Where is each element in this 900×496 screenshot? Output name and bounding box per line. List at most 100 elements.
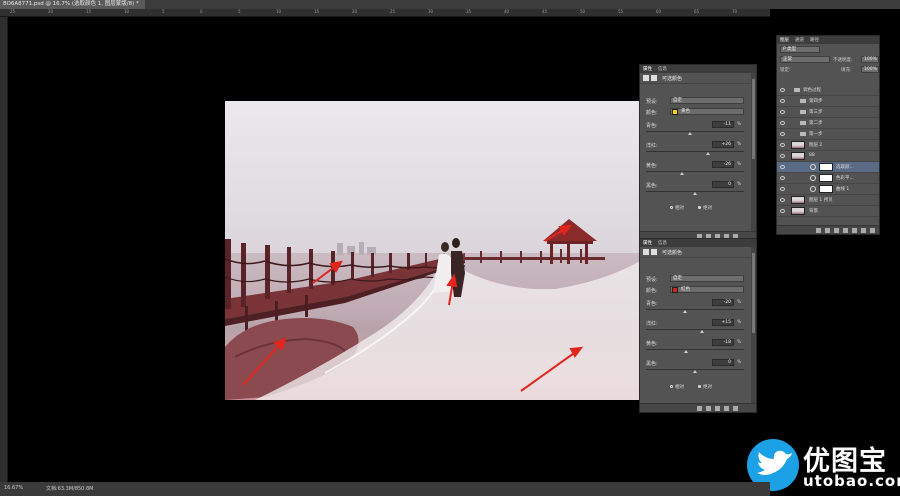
tab-paths[interactable]: 路径	[810, 37, 819, 43]
slider-value-field[interactable]: -11	[712, 121, 734, 128]
slider-thumb[interactable]	[687, 132, 692, 135]
scrollbar-thumb-2[interactable]	[752, 253, 755, 333]
layer-filter-dropdown[interactable]: P 类型	[780, 46, 820, 53]
radio-relative-2[interactable]: 相对	[670, 384, 684, 390]
tab-layers[interactable]: 图层	[780, 37, 789, 43]
tab-info-2[interactable]: 信息	[658, 240, 667, 246]
visibility-icon-2[interactable]	[724, 406, 729, 411]
link-icon[interactable]	[816, 228, 821, 233]
eye-icon[interactable]	[780, 209, 785, 213]
document-tab[interactable]: 8O6A8771.psd @ 16.7% (选取颜色 1, 图层蒙版/8) *	[0, 0, 145, 9]
colors-dropdown-2[interactable]: 红色	[670, 286, 744, 293]
tab-properties-2[interactable]: 属性	[643, 240, 652, 246]
slider-track[interactable]	[646, 131, 744, 132]
slider-thumb[interactable]	[705, 152, 710, 155]
ruler-label: 45	[542, 9, 548, 14]
fx-icon[interactable]	[825, 228, 830, 233]
layers-panel[interactable]: 图层 通道 路径 P 类型 正常 不透明度: 100% 锁定: 填充: 100%…	[776, 35, 880, 235]
tab-info[interactable]: 信息	[658, 66, 667, 72]
slider-value-field[interactable]: +26	[712, 141, 734, 148]
slider-thumb[interactable]	[700, 330, 705, 333]
add-mask-icon[interactable]	[834, 228, 839, 233]
layer-row[interactable]: 第一步	[777, 129, 879, 140]
slider-track[interactable]	[646, 309, 744, 310]
tab-properties[interactable]: 属性	[643, 66, 652, 72]
eye-icon[interactable]	[780, 143, 785, 147]
eye-icon[interactable]	[780, 110, 785, 114]
slider-value-field[interactable]: 0	[712, 181, 734, 188]
preset-dropdown[interactable]: 自定	[670, 97, 744, 104]
slider-thumb[interactable]	[680, 172, 685, 175]
layer-mask-thumbnail[interactable]	[819, 185, 833, 193]
slider-value-field[interactable]: -20	[712, 299, 734, 306]
slider-track[interactable]	[646, 349, 744, 350]
slider-thumb[interactable]	[693, 370, 697, 373]
new-adjustment-icon[interactable]	[843, 228, 848, 233]
ruler-label: 25	[10, 9, 16, 14]
canvas-photo[interactable]	[225, 101, 640, 400]
layer-thumbnail[interactable]	[791, 141, 805, 149]
mask-icon-2[interactable]	[651, 249, 657, 255]
mask-icon[interactable]	[651, 75, 657, 81]
layer-mask-thumbnail[interactable]	[819, 174, 833, 182]
colors-dropdown[interactable]: 黄色	[670, 108, 744, 115]
layer-row[interactable]: 第二步	[777, 118, 879, 129]
preset-dropdown-2[interactable]: 自定	[670, 275, 744, 282]
layer-thumbnail[interactable]	[791, 207, 805, 215]
properties-top-scrollbar[interactable]	[751, 73, 756, 232]
reset-icon-2[interactable]	[715, 406, 720, 411]
eye-icon[interactable]	[780, 132, 785, 136]
fill-field[interactable]: 100%	[861, 66, 879, 73]
slider-track[interactable]	[646, 329, 744, 330]
new-group-icon[interactable]	[852, 228, 857, 233]
layer-row[interactable]: 第三步	[777, 107, 879, 118]
blend-mode-dropdown[interactable]: 正常	[780, 56, 830, 63]
properties-bottom-scrollbar[interactable]	[751, 247, 756, 404]
layer-row[interactable]: 选取颜...	[777, 162, 879, 173]
eye-icon[interactable]	[780, 187, 785, 191]
eye-icon[interactable]	[780, 121, 785, 125]
layer-row[interactable]: 色彩平...	[777, 173, 879, 184]
zoom-readout[interactable]: 16.67%	[4, 485, 23, 491]
new-layer-icon[interactable]	[861, 228, 866, 233]
layer-row[interactable]: 图层 2	[777, 140, 879, 151]
tab-channels[interactable]: 通道	[795, 37, 804, 43]
layer-row[interactable]: 图层 1 拷贝	[777, 195, 879, 206]
layer-row[interactable]: 曲线 1	[777, 184, 879, 195]
layer-thumbnail[interactable]	[791, 196, 805, 204]
delete-layer-icon[interactable]	[870, 228, 875, 233]
eye-icon[interactable]	[780, 99, 785, 103]
radio-absolute-2[interactable]: 绝对	[698, 384, 712, 390]
slider-thumb[interactable]	[683, 310, 688, 313]
radio-relative[interactable]: 相对	[670, 205, 684, 211]
layer-row[interactable]: 背景	[777, 206, 879, 217]
properties-panel-bottom[interactable]: 属性 信息 可选颜色 预设: 自定 颜色: 红色 青色: -20% 洋红: +15% 黄…	[639, 238, 757, 413]
slider-value-field[interactable]: -18	[712, 339, 734, 346]
slider-thumb[interactable]	[693, 192, 697, 195]
slider-value-field[interactable]: -26	[712, 161, 734, 168]
slider-value-field[interactable]: +15	[712, 319, 734, 326]
eye-icon[interactable]	[780, 176, 785, 180]
clip-icon-2[interactable]	[697, 406, 702, 411]
layer-mask-thumbnail[interactable]	[819, 163, 833, 171]
properties-panel-top[interactable]: 属性 信息 可选颜色 预设: 自定 颜色: 黄色 青色: -11% 洋红: +26% 黄…	[639, 64, 757, 241]
opacity-field[interactable]: 100%	[861, 56, 879, 63]
layer-row[interactable]: 88	[777, 151, 879, 162]
layer-thumbnail[interactable]	[791, 152, 805, 160]
eye-icon[interactable]	[780, 165, 785, 169]
view-previous-icon-2[interactable]	[706, 406, 711, 411]
layer-row[interactable]: 调色过程	[777, 85, 879, 96]
slider-label: 黑色:	[646, 361, 658, 367]
layer-row[interactable]: 第四步	[777, 96, 879, 107]
slider-thumb[interactable]	[684, 350, 689, 353]
eye-icon[interactable]	[780, 198, 785, 202]
ruler-label: 70	[732, 9, 738, 14]
trash-icon-2[interactable]	[733, 406, 738, 411]
slider-track[interactable]	[646, 151, 744, 152]
scrollbar-thumb[interactable]	[752, 79, 755, 159]
slider-value-field[interactable]: 0	[712, 359, 734, 366]
slider-track[interactable]	[646, 171, 744, 172]
eye-icon[interactable]	[780, 88, 785, 92]
radio-absolute[interactable]: 绝对	[698, 205, 712, 211]
eye-icon[interactable]	[780, 154, 785, 158]
